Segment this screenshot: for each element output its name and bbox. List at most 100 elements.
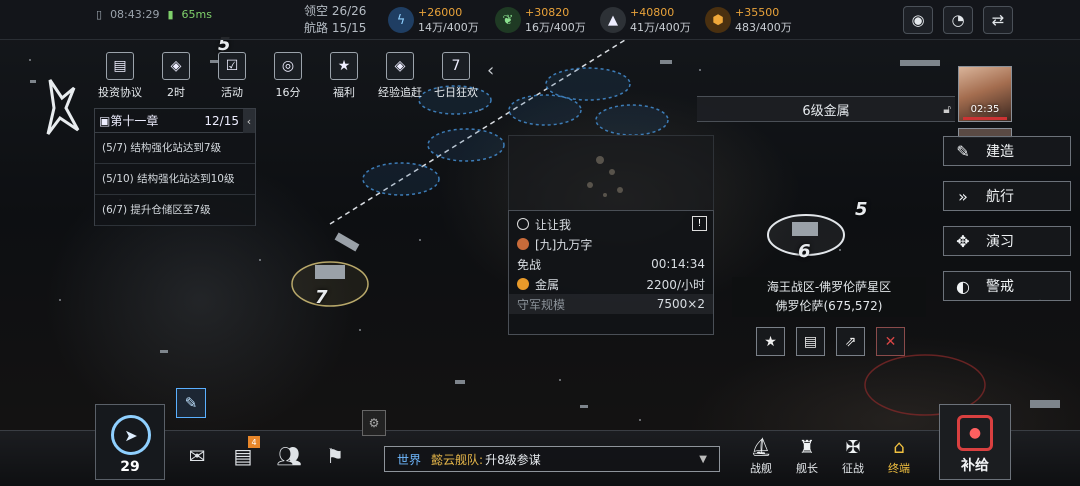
alliance-icon[interactable]: ⚑: [312, 442, 358, 470]
activity-label: 2时: [167, 86, 185, 99]
nav-terminal[interactable]: ⌂ 终端: [876, 436, 922, 476]
resource-gain: +40800: [630, 6, 675, 19]
nav-conquest[interactable]: ✠ 征战: [830, 436, 876, 476]
resource-gain: +26000: [418, 6, 463, 19]
wrench-icon: ✎: [956, 141, 970, 161]
nav-label: 终端: [888, 462, 910, 475]
supply-button[interactable]: ● 补给: [939, 404, 1011, 480]
eye-icon[interactable]: ◉: [903, 6, 933, 34]
location-actions: ★ ▤ ⇗ ✕: [756, 327, 905, 356]
radar-icon[interactable]: ◔: [943, 6, 973, 34]
mail-icon[interactable]: ✉: [174, 442, 220, 470]
clock-text: 08:43:29: [110, 8, 160, 21]
share-icon: ⇗: [844, 333, 857, 350]
resource-name: 金属: [535, 277, 560, 292]
faction-logo-icon: [46, 79, 80, 135]
map-level-label: 7: [315, 287, 328, 308]
compass-icon: ➤: [111, 415, 151, 455]
resource-organic[interactable]: ❦ +30820 16万/400万: [495, 4, 586, 36]
quest-header: ▣ 第十一章 12/15 ‹: [95, 109, 255, 133]
shield-alert-icon: ◐: [956, 276, 970, 296]
target-player-row: 让让我: [509, 214, 713, 234]
activity-bar: ▤ 投资协议 ◈ 2时 ☑ 活动 ◎ 16分 ★ 福利 ◈ 经验追赶 7 七日狂…: [92, 52, 484, 100]
friends-icon[interactable]: 👥︎: [266, 442, 312, 470]
resource-crystal[interactable]: ▲ +40800 41万/400万: [600, 4, 691, 36]
sail-button[interactable]: » 航行: [943, 181, 1071, 211]
activity-label: 福利: [333, 86, 355, 99]
activity-label: 经验追赶: [378, 86, 422, 99]
activity-events[interactable]: ☑ 活动: [204, 52, 260, 100]
fleet-icon[interactable]: ⚙: [362, 410, 386, 436]
activity-timed-box[interactable]: ◈ 2时: [148, 52, 204, 100]
commander-avatar[interactable]: 02:35: [958, 66, 1012, 122]
terminal-icon: ⌂: [893, 437, 905, 458]
resource-amount: 16万/400万: [525, 21, 586, 34]
battery-icon: ▯: [96, 8, 103, 21]
chat-bar[interactable]: 世界 懿云舰队: 升8级参谋 ▼: [384, 446, 720, 472]
locate-icon[interactable]: ✎: [176, 388, 206, 418]
document-icon: ▤: [803, 333, 818, 350]
activity-seven-day[interactable]: 7 七日狂欢: [428, 52, 484, 100]
favorite-button[interactable]: ★: [756, 327, 785, 356]
nav-captain[interactable]: ♜ 舰长: [784, 436, 830, 476]
avatar-hp-bar: [963, 117, 1007, 120]
resource-energy[interactable]: ϟ +26000 14万/400万: [388, 4, 479, 36]
nav-label: 征战: [842, 462, 864, 475]
report-button[interactable]: ▤: [796, 327, 825, 356]
close-button[interactable]: ✕: [876, 327, 905, 356]
quest-panel[interactable]: ▣ 第十一章 12/15 ‹ (5/7) 结构强化站达到7级 (5/10) 结构…: [94, 108, 256, 226]
chevron-down-icon[interactable]: ▼: [699, 454, 707, 465]
player-level: 29: [120, 459, 140, 475]
swap-icon[interactable]: ⇄: [983, 6, 1013, 34]
target-player-name[interactable]: 让让我: [535, 216, 571, 233]
resource-metal[interactable]: ⬢ +35500 483/400万: [705, 4, 792, 36]
star-icon: ★: [764, 333, 777, 350]
player-icon: [517, 218, 529, 230]
resource-amount: 483/400万: [735, 21, 792, 34]
supply-label: 补给: [961, 458, 989, 474]
star-badge-icon: ★: [330, 52, 358, 80]
quest-item[interactable]: (5/7) 结构强化站达到7级: [95, 133, 255, 164]
nav-label: 战舰: [750, 462, 772, 475]
chevron-left-icon[interactable]: ‹: [243, 109, 255, 133]
share-button[interactable]: ⇗: [836, 327, 865, 356]
lock-icon[interactable]: 🔓︎: [943, 102, 951, 117]
metal-icon: [517, 278, 529, 290]
activity-timer[interactable]: ◎ 16分: [260, 52, 316, 100]
calendar-7-icon: 7: [442, 52, 470, 80]
drill-button[interactable]: ✥ 演习: [943, 226, 1071, 256]
nav-warship[interactable]: ⛵︎ 战舰: [738, 436, 784, 476]
side-action-menu: ✎ 建造 » 航行 ✥ 演习 ◐ 警戒: [943, 136, 1071, 316]
airspace-label: 领空: [304, 4, 329, 18]
target-alliance-name[interactable]: [九]九万字: [535, 236, 592, 253]
top-bar: ▯ 08:43:29 ▮ 65ms 领空 26/26 航路 15/15 ϟ +2…: [0, 0, 1080, 40]
map-level-label: 6: [798, 241, 811, 262]
resource-gain: +35500: [735, 6, 780, 19]
quest-item[interactable]: (5/10) 结构强化站达到10级: [95, 164, 255, 195]
nav-label: 舰长: [796, 462, 818, 475]
captain-icon: ♜: [798, 437, 816, 458]
alert-button[interactable]: ◐ 警戒: [943, 271, 1071, 301]
task-list-icon[interactable]: ▤ 4: [220, 436, 266, 470]
activity-investment[interactable]: ▤ 投资协议: [92, 52, 148, 100]
quest-item[interactable]: (6/7) 提升仓储区至7级: [95, 195, 255, 226]
ping-text: 65ms: [181, 8, 212, 21]
chevron-left-icon[interactable]: ‹: [487, 60, 494, 81]
activity-exp-catchup[interactable]: ◈ 经验追赶: [372, 52, 428, 100]
territory-stats: 领空 26/26 航路 15/15: [304, 3, 366, 37]
quest-progress: 12/15: [204, 113, 239, 128]
leaf-icon: ❦: [495, 7, 521, 33]
hexagon-icon: ●: [957, 415, 993, 451]
location-zone: 海王战区-佛罗伦萨星区: [766, 280, 892, 294]
location-label: 海王战区-佛罗伦萨星区 佛罗伦萨(675,572): [732, 277, 926, 317]
build-button[interactable]: ✎ 建造: [943, 136, 1071, 166]
drill-label: 演习: [986, 234, 1014, 250]
report-icon[interactable]: !: [692, 216, 707, 231]
calendar-check-icon: ☑: [218, 52, 246, 80]
sail-label: 航行: [986, 189, 1014, 205]
activity-welfare[interactable]: ★ 福利: [316, 52, 372, 100]
airspace-value: 26/26: [331, 4, 367, 18]
player-level-dial[interactable]: ➤ 29: [95, 404, 165, 480]
metal-icon: ⬢: [705, 7, 731, 33]
chat-message: 升8级参谋: [485, 452, 541, 467]
